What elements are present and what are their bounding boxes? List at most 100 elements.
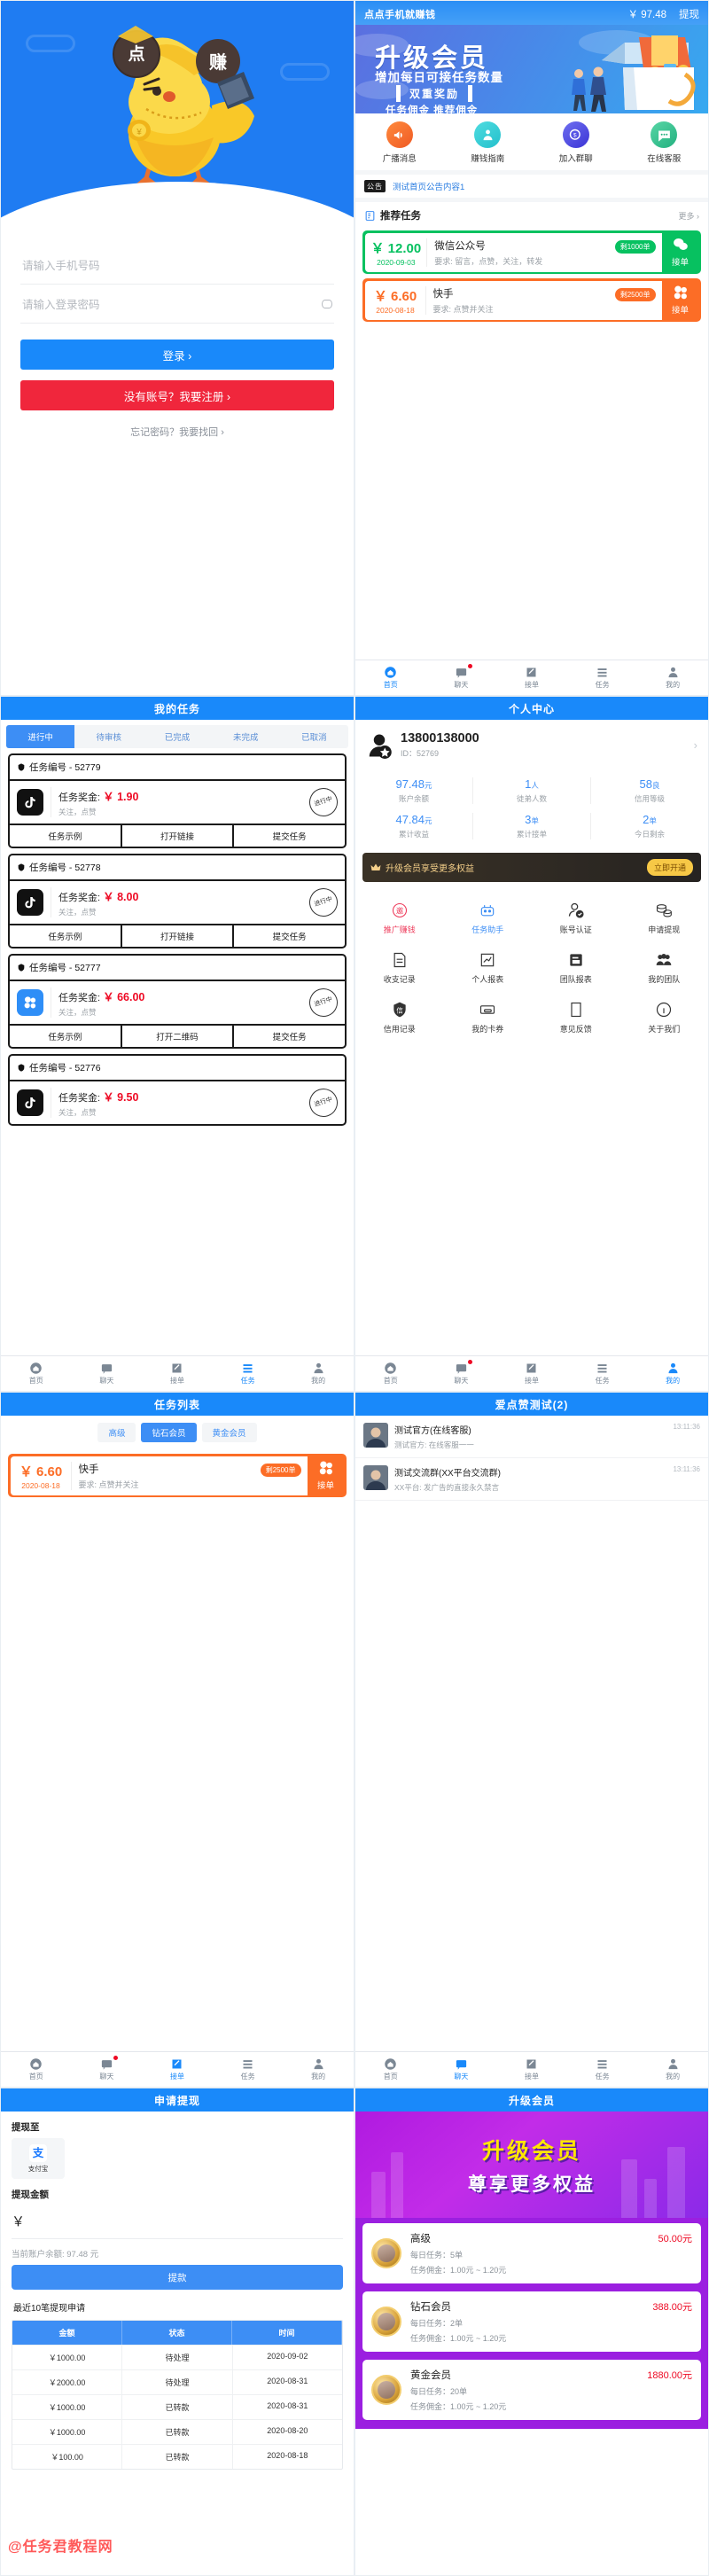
crown-icon bbox=[370, 863, 381, 870]
task-box[interactable]: 任务编号 - 52779 任务奖金: ￥ 1.90 关注，点赞 进行中 任务示例… bbox=[8, 753, 347, 848]
tab-accept-order[interactable]: 接单 bbox=[496, 660, 567, 695]
menu-item-coupons[interactable]: 我的卡券 bbox=[444, 993, 533, 1042]
chat-list-item[interactable]: 测试交流群(XX平台交流群) XX平台: 发广告的直接永久禁言 13:11:36 bbox=[355, 1458, 708, 1501]
submit-task-button[interactable]: 提交任务 bbox=[234, 925, 345, 947]
tab-chat[interactable]: 聊天 bbox=[72, 2052, 143, 2087]
recommend-more-link[interactable]: 更多 › bbox=[679, 210, 700, 222]
task-card[interactable]: ￥ 12.00 2020-09-03 微信公众号 要求: 留言，点赞，关注，转发… bbox=[362, 230, 701, 274]
task-accept-area[interactable]: 接单 bbox=[662, 281, 699, 320]
menu-item-promote[interactable]: 邀 推广赚钱 bbox=[355, 894, 444, 943]
task-example-button[interactable]: 任务示例 bbox=[10, 925, 122, 947]
tab-incomplete[interactable]: 未完成 bbox=[212, 725, 280, 748]
vip-plan-card[interactable]: 高级 每日任务：5单 任务佣金：1.00元 ~ 1.20元 50.00元 bbox=[362, 2223, 701, 2283]
open-link-button[interactable]: 打开链接 bbox=[122, 925, 235, 947]
toggle-password-visibility-icon[interactable] bbox=[322, 299, 332, 308]
tab-home[interactable]: 首页 bbox=[355, 1356, 426, 1391]
tab-profile[interactable]: 我的 bbox=[637, 1356, 708, 1391]
tab-completed[interactable]: 已完成 bbox=[143, 725, 211, 748]
withdraw-channel-alipay[interactable]: 支 支付宝 bbox=[12, 2138, 65, 2179]
vip-upgrade-banner[interactable]: 升级会员享受更多权益 立即开通 bbox=[362, 853, 701, 882]
vip-plan-card[interactable]: 黄金会员 每日任务：20单 任务佣金：1.00元 ~ 1.20元 1880.00… bbox=[362, 2360, 701, 2420]
task-box[interactable]: 任务编号 - 52778 任务奖金: ￥ 8.00 关注，点赞 进行中 任务示例… bbox=[8, 854, 347, 948]
tab-profile[interactable]: 我的 bbox=[637, 660, 708, 695]
withdraw-amount-input[interactable]: ￥ bbox=[12, 2205, 343, 2239]
submit-task-button[interactable]: 提交任务 bbox=[234, 1026, 345, 1047]
open-link-button[interactable]: 打开链接 bbox=[122, 825, 235, 847]
tab-chat[interactable]: 聊天 bbox=[426, 2052, 497, 2087]
level-tab-senior[interactable]: 高级 bbox=[97, 1423, 136, 1442]
task-box-body: 任务奖金: ￥ 1.90 关注，点赞 进行中 bbox=[10, 781, 345, 824]
profile-user-row[interactable]: 13800138000 ID：52769 › bbox=[355, 720, 708, 770]
register-button[interactable]: 没有账号？我要注册 › bbox=[20, 380, 334, 410]
upgrade-member-banner[interactable]: 升级会员 增加每日可接任务数量 双重奖励 任务佣金 推荐佣金 bbox=[355, 25, 708, 113]
tab-profile[interactable]: 我的 bbox=[283, 2052, 354, 2087]
tab-profile[interactable]: 我的 bbox=[283, 1356, 354, 1391]
open-qrcode-button[interactable]: 打开二维码 bbox=[122, 1026, 235, 1047]
tab-task[interactable]: 任务 bbox=[213, 1356, 284, 1391]
tab-task[interactable]: 任务 bbox=[567, 2052, 638, 2087]
task-id: 任务编号 - 52778 bbox=[29, 863, 101, 873]
chevron-right-icon[interactable]: › bbox=[694, 738, 697, 752]
menu-item-team-report[interactable]: 团队报表 bbox=[532, 943, 620, 993]
menu-item-assistant[interactable]: 任务助手 bbox=[444, 894, 533, 943]
tab-cancelled[interactable]: 已取消 bbox=[280, 725, 348, 748]
level-tab-diamond[interactable]: 钻石会员 bbox=[141, 1423, 197, 1442]
chat-icon bbox=[456, 2060, 467, 2070]
tab-profile[interactable]: 我的 bbox=[637, 2052, 708, 2087]
submit-task-button[interactable]: 提交任务 bbox=[234, 825, 345, 847]
tab-accept-order[interactable]: 接单 bbox=[142, 1356, 213, 1391]
task-example-button[interactable]: 任务示例 bbox=[10, 825, 122, 847]
level-tab-gold[interactable]: 黄金会员 bbox=[201, 1423, 257, 1442]
verified-user-icon bbox=[568, 902, 584, 918]
menu-item-personal-report[interactable]: 个人报表 bbox=[444, 943, 533, 993]
menu-item-withdraw[interactable]: 申请提现 bbox=[620, 894, 709, 943]
login-button[interactable]: 登录 › bbox=[20, 340, 334, 370]
quick-action-guide[interactable]: 赚钱指南 bbox=[444, 121, 533, 164]
announcement-bar[interactable]: 公告 测试首页公告内容1 bbox=[355, 170, 708, 198]
task-box[interactable]: 任务编号 - 52776 任务奖金: ￥ 9.50 关注，点赞 进行中 bbox=[8, 1054, 347, 1126]
quick-action-join-group[interactable]: $ 加入群聊 bbox=[532, 121, 620, 164]
task-box[interactable]: 任务编号 - 52777 任务奖金: ￥ 66.00 关注，点赞 进行中 任务示… bbox=[8, 954, 347, 1049]
tab-accept-order[interactable]: 接单 bbox=[142, 2052, 213, 2087]
city-bar-decor bbox=[667, 2147, 685, 2218]
quick-action-support[interactable]: 在线客服 bbox=[620, 121, 709, 164]
task-card[interactable]: ￥ 6.60 2020-08-18 快手 要求: 点赞并关注 剩2500单 接单 bbox=[362, 278, 701, 322]
tab-accept-order[interactable]: 接单 bbox=[496, 1356, 567, 1391]
chat-list-item[interactable]: 测试官方(在线客服) 测试官方: 在线客服一一 13:11:36 bbox=[355, 1416, 708, 1458]
menu-item-about[interactable]: 关于我们 bbox=[620, 993, 709, 1042]
task-card[interactable]: ￥ 6.60 2020-08-18 快手 要求: 点赞并关注 剩2500单 接单 bbox=[8, 1454, 347, 1497]
tab-chat[interactable]: 聊天 bbox=[426, 1356, 497, 1391]
task-accept-area[interactable]: 接单 bbox=[308, 1456, 345, 1495]
menu-item-my-team[interactable]: 我的团队 bbox=[620, 943, 709, 993]
tab-pending-review[interactable]: 待审核 bbox=[74, 725, 143, 748]
vip-open-button[interactable]: 立即开通 bbox=[646, 859, 693, 876]
forgot-password-link[interactable]: 忘记密码？我要找回 › bbox=[20, 425, 334, 439]
banner-subtitle: 增加每日可接任务数量 bbox=[375, 71, 503, 84]
password-input[interactable]: 请输入登录密码 bbox=[20, 285, 334, 324]
withdraw-submit-button[interactable]: 提款 bbox=[12, 2265, 343, 2290]
tab-home[interactable]: 首页 bbox=[1, 2052, 72, 2087]
tab-task[interactable]: 任务 bbox=[567, 1356, 638, 1391]
menu-item-feedback[interactable]: 意见反馈 bbox=[532, 993, 620, 1042]
tab-home[interactable]: 首页 bbox=[355, 2052, 426, 2087]
menu-item-verification[interactable]: 账号认证 bbox=[532, 894, 620, 943]
menu-item-transactions[interactable]: 收支记录 bbox=[355, 943, 444, 993]
tab-task[interactable]: 任务 bbox=[213, 2052, 284, 2087]
tab-home[interactable]: 首页 bbox=[1, 1356, 72, 1391]
task-example-button[interactable]: 任务示例 bbox=[10, 1026, 122, 1047]
withdraw-button[interactable]: 提现 bbox=[679, 7, 699, 21]
vip-plan-card[interactable]: 钻石会员 每日任务：2单 任务佣金：1.00元 ~ 1.20元 388.00元 bbox=[362, 2291, 701, 2352]
tab-chat[interactable]: 聊天 bbox=[426, 660, 497, 695]
recent-withdrawals-title: 最近10笔提现申请 bbox=[13, 2304, 86, 2314]
tab-home[interactable]: 首页 bbox=[355, 660, 426, 695]
tab-task[interactable]: 任务 bbox=[567, 660, 638, 695]
phone-input[interactable]: 请输入手机号码 bbox=[20, 246, 334, 285]
task-reward-line: 任务奖金: ￥ 8.00 bbox=[58, 891, 139, 903]
menu-item-credit-record[interactable]: 信 信用记录 bbox=[355, 993, 444, 1042]
task-accept-area[interactable]: 接单 bbox=[662, 233, 699, 272]
quick-action-broadcast[interactable]: 广播消息 bbox=[355, 121, 444, 164]
tab-accept-order[interactable]: 接单 bbox=[496, 2052, 567, 2087]
tab-chat[interactable]: 聊天 bbox=[72, 1356, 143, 1391]
tab-in-progress[interactable]: 进行中 bbox=[6, 725, 75, 748]
stat-label: 徒弟人数 bbox=[516, 794, 547, 803]
